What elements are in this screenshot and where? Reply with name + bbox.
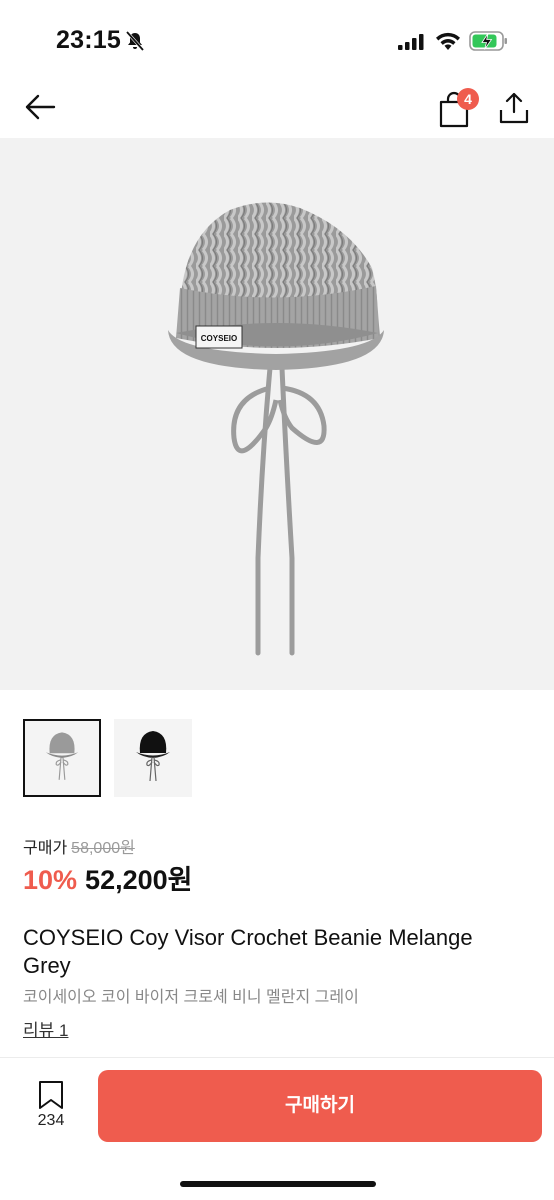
product-subtitle: 코이세이오 코이 바이저 크로셰 비니 멜란지 그레이 bbox=[23, 989, 359, 1006]
arrow-left-icon[interactable] bbox=[22, 92, 56, 122]
bookmark-button[interactable]: 234 bbox=[30, 1080, 72, 1132]
divider bbox=[0, 1057, 554, 1058]
sale-price: 52,200원 bbox=[85, 865, 193, 895]
battery-charging-icon bbox=[469, 31, 507, 51]
share-icon[interactable] bbox=[496, 90, 532, 126]
price-label-row: 구매가 58,000원 bbox=[23, 834, 135, 858]
discount-rate: 10% bbox=[23, 865, 78, 895]
review-link[interactable]: 리뷰 1 bbox=[23, 1016, 68, 1041]
grey-beanie-thumbnail-image bbox=[45, 732, 79, 780]
status-bar: 23:15 bbox=[0, 0, 554, 80]
nav-bar: 4 bbox=[0, 80, 554, 138]
status-time: 23:15 bbox=[56, 26, 121, 54]
cart-count-badge: 4 bbox=[457, 88, 479, 110]
product-hero-image[interactable]: COYSEIO bbox=[0, 138, 554, 690]
original-price: 58,000원 bbox=[71, 840, 135, 857]
home-indicator bbox=[180, 1181, 376, 1187]
product-title: COYSEIO Coy Visor Crochet Beanie Melange… bbox=[23, 925, 473, 978]
black-beanie-thumbnail-image bbox=[136, 731, 170, 782]
signal-icon bbox=[398, 34, 424, 50]
bookmark-icon bbox=[39, 1081, 63, 1109]
bell-slash-icon bbox=[125, 31, 145, 51]
thumbnail-black[interactable] bbox=[114, 719, 192, 797]
bookmark-count: 234 bbox=[37, 1112, 65, 1129]
price-row: 10% 52,200원 bbox=[23, 858, 192, 897]
grey-beanie-illustration: COYSEIO bbox=[168, 202, 384, 656]
wifi-icon bbox=[436, 32, 460, 50]
hat-brand-label: COYSEIO bbox=[201, 334, 237, 343]
buy-button[interactable]: 구매하기 bbox=[98, 1070, 542, 1142]
price-label: 구매가 bbox=[23, 840, 68, 857]
thumbnail-grey[interactable] bbox=[23, 719, 101, 797]
